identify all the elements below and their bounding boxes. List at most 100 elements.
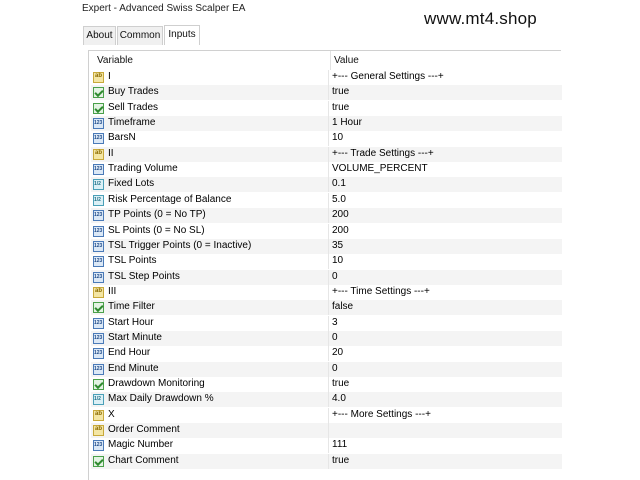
table-row[interactable]: Start Hour 3 — [91, 316, 562, 331]
table-row[interactable]: Drawdown Monitoring true — [91, 377, 562, 392]
cell-divider — [328, 193, 329, 208]
title-bar: Expert - Advanced Swiss Scalper EA — [0, 0, 640, 18]
table-row[interactable]: Start Minute 0 — [91, 331, 562, 346]
integer-type-icon — [93, 364, 104, 375]
variable-name: BarsN — [108, 132, 136, 143]
variable-name: Order Comment — [108, 424, 180, 435]
integer-type-icon — [93, 241, 104, 252]
variable-name: TSL Trigger Points (0 = Inactive) — [108, 240, 252, 251]
cell-divider — [328, 101, 329, 116]
table-row[interactable]: Trading Volume VOLUME_PERCENT — [91, 162, 562, 177]
string-type-icon — [93, 425, 104, 436]
cell-divider — [328, 300, 329, 315]
tab-about[interactable]: About — [83, 26, 116, 45]
table-row[interactable]: SL Points (0 = No SL) 200 — [91, 224, 562, 239]
integer-type-icon — [93, 272, 104, 283]
variable-value[interactable]: +--- Time Settings ---+ — [332, 286, 430, 297]
variable-name: Start Minute — [108, 332, 162, 343]
table-row[interactable]: TSL Step Points 0 — [91, 270, 562, 285]
table-row[interactable]: Max Daily Drawdown % 4.0 — [91, 392, 562, 407]
variable-value[interactable]: 10 — [332, 255, 343, 266]
cell-divider — [328, 331, 329, 346]
table-row[interactable]: End Hour 20 — [91, 346, 562, 361]
variable-name: SL Points (0 = No SL) — [108, 225, 205, 236]
variable-name: Drawdown Monitoring — [108, 378, 205, 389]
table-row[interactable]: TSL Points 10 — [91, 254, 562, 269]
window-title: Expert - Advanced Swiss Scalper EA — [82, 3, 246, 14]
table-row[interactable]: Order Comment — [91, 423, 562, 438]
table-row[interactable]: Magic Number 111 — [91, 438, 562, 453]
table-row[interactable]: TSL Trigger Points (0 = Inactive) 35 — [91, 239, 562, 254]
cell-divider — [328, 85, 329, 100]
table-row[interactable]: Time Filter false — [91, 300, 562, 315]
table-row[interactable]: X +--- More Settings ---+ — [91, 408, 562, 423]
variable-name: TSL Step Points — [108, 271, 180, 282]
table-row[interactable]: Fixed Lots 0.1 — [91, 177, 562, 192]
variable-value[interactable]: +--- Trade Settings ---+ — [332, 148, 434, 159]
variable-value[interactable]: true — [332, 455, 349, 466]
table-row[interactable]: Chart Comment true — [91, 454, 562, 469]
variable-value[interactable]: 1 Hour — [332, 117, 362, 128]
variable-value[interactable]: 0.1 — [332, 178, 346, 189]
variable-name: Trading Volume — [108, 163, 178, 174]
column-header-value[interactable]: Value — [334, 55, 359, 66]
variable-name: Time Filter — [108, 301, 155, 312]
table-row[interactable]: Timeframe 1 Hour — [91, 116, 562, 131]
integer-type-icon — [93, 318, 104, 329]
table-row[interactable]: Buy Trades true — [91, 85, 562, 100]
variable-value[interactable]: true — [332, 378, 349, 389]
variable-value[interactable]: true — [332, 102, 349, 113]
cell-divider — [328, 270, 329, 285]
cell-divider — [328, 239, 329, 254]
table-row[interactable]: TP Points (0 = No TP) 200 — [91, 208, 562, 223]
table-row[interactable]: I +--- General Settings ---+ — [91, 70, 562, 85]
integer-type-icon — [93, 164, 104, 175]
cell-divider — [328, 116, 329, 131]
variable-value[interactable]: 0 — [332, 271, 338, 282]
variable-value[interactable]: 35 — [332, 240, 343, 251]
column-header-variable[interactable]: Variable — [97, 55, 133, 66]
variable-value[interactable]: +--- More Settings ---+ — [332, 409, 431, 420]
table-row[interactable]: End Minute 0 — [91, 362, 562, 377]
variable-value[interactable]: 111 — [332, 439, 347, 450]
integer-type-icon — [93, 348, 104, 359]
table-row[interactable]: III +--- Time Settings ---+ — [91, 285, 562, 300]
string-type-icon — [93, 410, 104, 421]
table-header: Variable Value — [89, 51, 562, 70]
variable-value[interactable]: 0 — [332, 363, 338, 374]
variable-value[interactable]: +--- General Settings ---+ — [332, 71, 444, 82]
variable-value[interactable]: 10 — [332, 132, 343, 143]
variable-name: TSL Points — [108, 255, 157, 266]
cell-divider — [328, 408, 329, 423]
integer-type-icon — [93, 333, 104, 344]
table-row[interactable]: II +--- Trade Settings ---+ — [91, 147, 562, 162]
tab-common[interactable]: Common — [117, 26, 163, 45]
column-divider[interactable] — [330, 51, 331, 70]
cell-divider — [328, 162, 329, 177]
cell-divider — [328, 285, 329, 300]
variable-value[interactable]: VOLUME_PERCENT — [332, 163, 428, 174]
table-row[interactable]: BarsN 10 — [91, 131, 562, 146]
tab-inputs[interactable]: Inputs — [164, 25, 200, 45]
variable-name: Sell Trades — [108, 102, 159, 113]
variable-name: Fixed Lots — [108, 178, 155, 189]
variable-value[interactable]: false — [332, 301, 353, 312]
variable-name: X — [108, 409, 115, 420]
variable-value[interactable]: 5.0 — [332, 194, 346, 205]
cell-divider — [328, 131, 329, 146]
variable-value[interactable]: 200 — [332, 225, 349, 236]
string-type-icon — [93, 149, 104, 160]
integer-type-icon — [93, 256, 104, 267]
variable-value[interactable]: 3 — [332, 317, 338, 328]
variable-value[interactable]: 0 — [332, 332, 338, 343]
table-row[interactable]: Risk Percentage of Balance 5.0 — [91, 193, 562, 208]
variable-value[interactable]: 20 — [332, 347, 343, 358]
variable-value[interactable]: 200 — [332, 209, 349, 220]
variable-value[interactable]: 4.0 — [332, 393, 346, 404]
cell-divider — [328, 438, 329, 453]
variable-value[interactable]: true — [332, 86, 349, 97]
variable-name: End Hour — [108, 347, 151, 358]
table-row[interactable]: Sell Trades true — [91, 101, 562, 116]
inputs-panel: Variable Value I +--- General Settings --… — [88, 50, 562, 480]
variable-name: Timeframe — [108, 117, 156, 128]
